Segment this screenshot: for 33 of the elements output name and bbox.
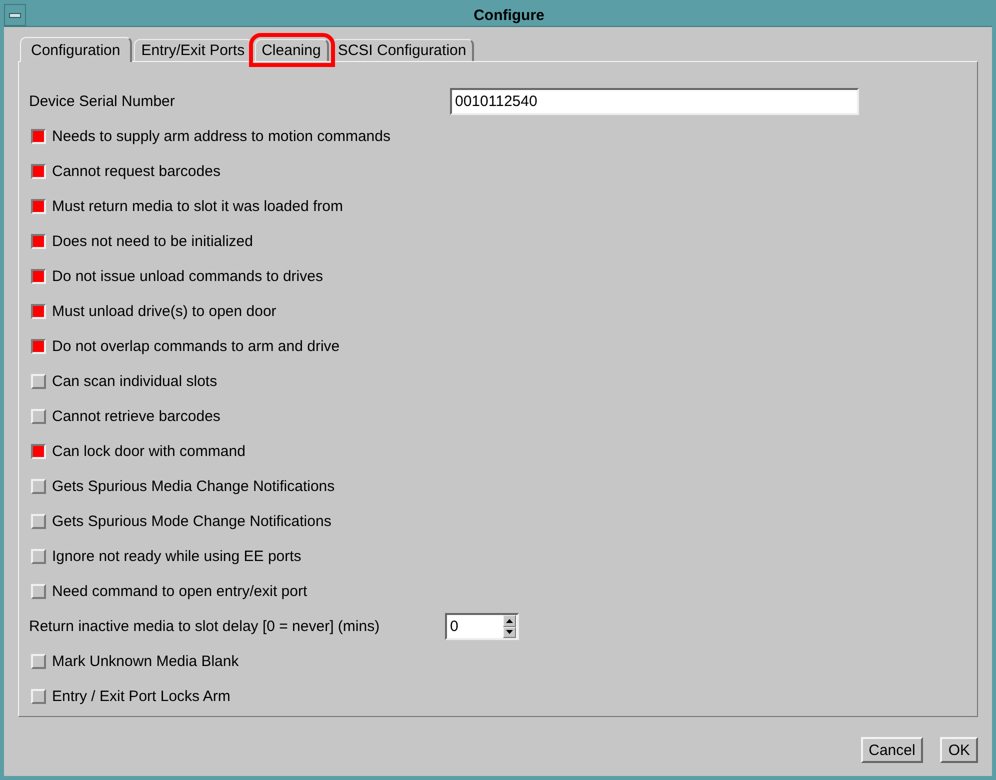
cancel-button[interactable]: Cancel [860, 737, 924, 763]
checkbox-label: Does not need to be initialized [52, 233, 253, 250]
field-label: Return inactive media to slot delay [0 = never] (mins) [29, 618, 381, 635]
tab[interactable]: Configuration [20, 37, 132, 62]
checkbox-label: Need command to open entry/exit port [52, 583, 308, 600]
checkbox-label: Do not issue unload commands to drives [52, 268, 323, 285]
window-title: Configure [472, 6, 546, 24]
checkbox-label: Can scan individual slots [52, 373, 218, 390]
checkbox-label: Ignore not ready while using EE ports [52, 548, 302, 565]
checkbox[interactable] [31, 164, 46, 179]
checkbox[interactable] [31, 199, 46, 214]
checkbox-label: Needs to supply arm address to motion commands [52, 128, 390, 145]
checkbox-label: Do not overlap commands to arm and drive [52, 338, 340, 355]
checkbox[interactable] [31, 129, 46, 144]
window-menu-button[interactable] [4, 4, 26, 26]
checkbox-label: Cannot retrieve barcodes [52, 408, 220, 425]
checkbox-label: Gets Spurious Media Change Notifications [52, 478, 335, 495]
field-label: Device Serial Number [29, 93, 175, 110]
serial-number-field[interactable]: 0010112540 [450, 88, 859, 115]
checkbox-label: Must unload drive(s) to open door [52, 303, 276, 320]
checkbox-label: Must return media to slot it was loaded from [52, 198, 343, 215]
checkbox-label: Gets Spurious Mode Change Notifications [52, 513, 332, 530]
checkbox[interactable] [31, 444, 46, 459]
checkbox[interactable] [31, 234, 46, 249]
checkbox[interactable] [31, 339, 46, 354]
checkbox[interactable] [31, 304, 46, 319]
checkbox-label: Entry / Exit Port Locks Arm [52, 688, 230, 705]
ok-button[interactable]: OK [940, 737, 978, 763]
checkbox-label: Mark Unknown Media Blank [52, 653, 239, 670]
checkbox-label: Cannot request barcodes [52, 163, 220, 180]
checkbox-label: Can lock door with command [52, 443, 246, 460]
checkbox[interactable] [31, 269, 46, 284]
delay-spinner[interactable]: 0 [445, 613, 519, 640]
